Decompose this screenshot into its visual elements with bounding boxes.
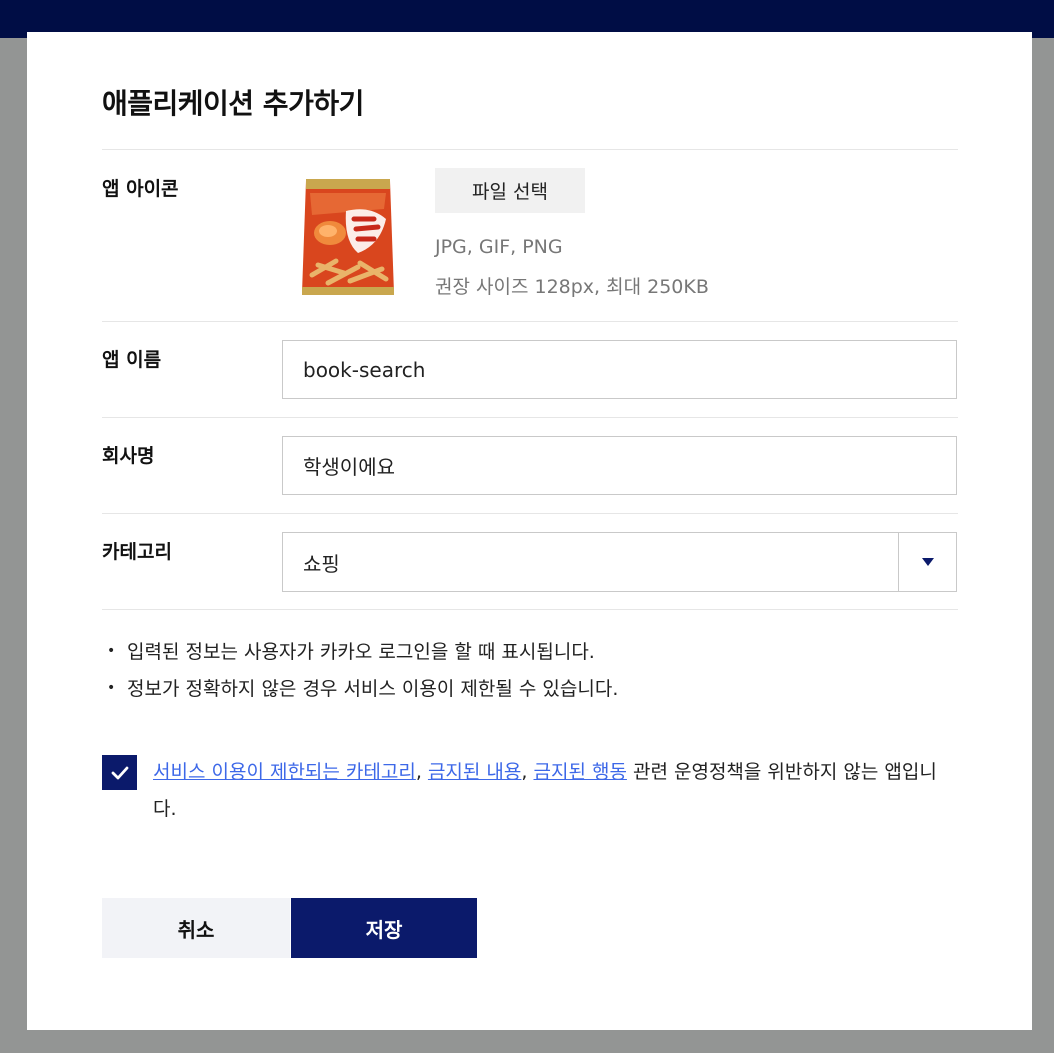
caret-down-icon	[921, 558, 934, 566]
category-select[interactable]: 쇼핑	[282, 532, 957, 592]
prohibited-content-link[interactable]: 금지된 내용	[428, 761, 521, 783]
file-select-button[interactable]: 파일 선택	[435, 168, 585, 213]
policy-agree-checkbox[interactable]	[102, 755, 137, 790]
divider	[102, 321, 958, 322]
list-item: • 입력된 정보는 사용자가 카카오 로그인을 할 때 표시됩니다.	[107, 641, 595, 663]
restricted-category-link[interactable]: 서비스 이용이 제한되는 카테고리	[153, 761, 416, 783]
divider	[102, 609, 958, 610]
divider	[102, 149, 958, 150]
add-application-dialog: 애플리케이션 추가하기 앱 아이콘 파일 선택 JPG, GIF, PNG 권장…	[27, 32, 1032, 1030]
file-size-hint: 권장 사이즈 128px, 최대 250KB	[435, 276, 709, 298]
dialog-title: 애플리케이션 추가하기	[102, 87, 364, 120]
list-item: • 정보가 정확하지 않은 경우 서비스 이용이 제한될 수 있습니다.	[107, 678, 619, 700]
divider	[102, 417, 958, 418]
bullet-icon: •	[107, 642, 116, 659]
app-name-input[interactable]	[282, 340, 957, 399]
category-selected-value: 쇼핑	[303, 551, 340, 576]
category-label: 카테고리	[102, 541, 172, 563]
file-format-hint: JPG, GIF, PNG	[435, 236, 563, 258]
app-icon-preview	[297, 172, 399, 302]
app-icon-label: 앱 아이콘	[102, 178, 179, 200]
company-name-label: 회사명	[102, 445, 155, 467]
policy-agreement-text: 서비스 이용이 제한되는 카테고리, 금지된 내용, 금지된 행동 관련 운영정…	[153, 761, 937, 820]
dropdown-toggle[interactable]	[898, 533, 956, 591]
cancel-button[interactable]: 취소	[102, 898, 290, 958]
company-name-input[interactable]	[282, 436, 957, 495]
notes-list: • 입력된 정보는 사용자가 카카오 로그인을 할 때 표시됩니다. • 정보가…	[107, 632, 618, 706]
app-name-label: 앱 이름	[102, 349, 162, 371]
checkmark-icon	[111, 766, 128, 779]
prohibited-behavior-link[interactable]: 금지된 행동	[533, 761, 626, 783]
divider	[102, 513, 958, 514]
bullet-icon: •	[107, 679, 116, 696]
snack-bag-icon	[302, 179, 394, 295]
save-button[interactable]: 저장	[291, 898, 477, 958]
